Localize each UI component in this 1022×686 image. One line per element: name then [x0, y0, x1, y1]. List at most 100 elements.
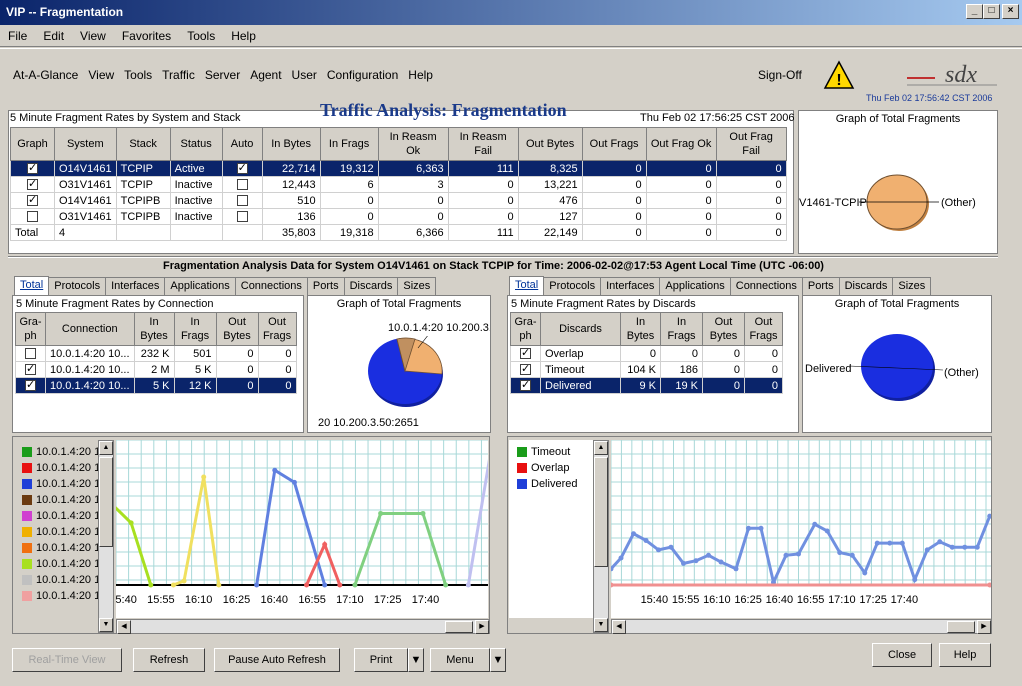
- nav-traffic[interactable]: Traffic: [157, 62, 200, 82]
- menu-button[interactable]: Menu: [430, 648, 490, 672]
- graph-cell[interactable]: [15, 345, 46, 362]
- column-header[interactable]: Out Frag Ok: [645, 127, 717, 161]
- menu-help[interactable]: Help: [223, 25, 264, 43]
- column-header[interactable]: Status: [169, 127, 223, 161]
- graph-checkbox[interactable]: [236, 179, 248, 191]
- column-header[interactable]: In Frags: [660, 312, 703, 346]
- column-header[interactable]: In Bytes: [620, 312, 661, 346]
- tab-total[interactable]: Total: [14, 276, 50, 295]
- close-icon[interactable]: ×: [1002, 4, 1019, 19]
- graph-checkbox[interactable]: [27, 178, 38, 191]
- column-header[interactable]: In Bytes: [261, 127, 321, 161]
- tab-interfaces[interactable]: Interfaces: [600, 277, 661, 295]
- signoff-link[interactable]: Sign-Off: [758, 68, 802, 82]
- tab-connections[interactable]: Connections: [729, 277, 803, 295]
- column-header[interactable]: Discards: [540, 312, 621, 346]
- menu-file[interactable]: File: [0, 25, 35, 43]
- scroll-right-icon[interactable]: ▶: [977, 620, 991, 634]
- scroll-thumb[interactable]: [594, 457, 608, 567]
- nav-agent[interactable]: Agent: [245, 62, 286, 82]
- column-header[interactable]: Out Bytes: [517, 127, 583, 161]
- scroll-down-icon[interactable]: ▼: [594, 618, 608, 632]
- column-header[interactable]: Out Bytes: [702, 312, 745, 346]
- auto-cell[interactable]: [221, 176, 263, 193]
- graph-cell[interactable]: [510, 377, 541, 394]
- column-header[interactable]: Connection: [45, 312, 135, 346]
- tab-discards[interactable]: Discards: [343, 277, 399, 295]
- graph-cell[interactable]: [510, 361, 541, 378]
- graph-cell[interactable]: [10, 176, 55, 193]
- tab-ports[interactable]: Ports: [801, 277, 840, 295]
- warning-icon[interactable]: !: [823, 60, 855, 90]
- tab-interfaces[interactable]: Interfaces: [105, 277, 166, 295]
- tab-applications[interactable]: Applications: [164, 277, 236, 295]
- minimize-icon[interactable]: _: [966, 4, 983, 19]
- nav-user[interactable]: User: [287, 62, 322, 82]
- graph-checkbox[interactable]: [520, 379, 531, 392]
- menu-tools[interactable]: Tools: [179, 25, 223, 43]
- menu-dropdown-icon[interactable]: ▼: [490, 648, 506, 672]
- table-row[interactable]: 10.0.1.4:20 10...5 K12 K00: [15, 377, 297, 394]
- nav-at-a-glance[interactable]: At-A-Glance: [8, 62, 83, 82]
- graph-checkbox[interactable]: [236, 195, 248, 207]
- graph-checkbox[interactable]: [25, 363, 36, 376]
- column-header[interactable]: In Frags: [319, 127, 379, 161]
- column-header[interactable]: Gra-ph: [510, 312, 541, 346]
- column-header[interactable]: Out Frags: [257, 312, 297, 346]
- scroll-left-icon[interactable]: ◀: [612, 620, 626, 634]
- column-header[interactable]: Gra-ph: [15, 312, 46, 346]
- menu-favorites[interactable]: Favorites: [114, 25, 179, 43]
- column-header[interactable]: Out Frags: [744, 312, 783, 346]
- print-dropdown-icon[interactable]: ▼: [408, 648, 424, 672]
- nav-view[interactable]: View: [83, 62, 119, 82]
- graph-cell[interactable]: [510, 345, 541, 362]
- graph-cell[interactable]: [10, 160, 55, 177]
- tab-protocols[interactable]: Protocols: [543, 277, 602, 295]
- maximize-icon[interactable]: □: [983, 4, 1000, 19]
- tab-applications[interactable]: Applications: [659, 277, 731, 295]
- graph-cell[interactable]: [15, 377, 46, 394]
- column-header[interactable]: Stack: [115, 127, 171, 161]
- table-row[interactable]: O14V1461TCPIPActive 22,71419,3126,3631118…: [10, 160, 787, 177]
- graph-checkbox[interactable]: [27, 162, 38, 175]
- table-row[interactable]: O14V1461TCPIPBInactive510000476000: [10, 192, 787, 209]
- nav-server[interactable]: Server: [200, 62, 245, 82]
- scroll-thumb[interactable]: [99, 457, 113, 547]
- print-button[interactable]: Print: [354, 648, 408, 672]
- column-header[interactable]: Out Frags: [581, 127, 647, 161]
- graph-cell[interactable]: [15, 361, 46, 378]
- table-row[interactable]: 10.0.1.4:20 10...2 M5 K00: [15, 361, 297, 378]
- refresh-button[interactable]: Refresh: [133, 648, 205, 672]
- nav-tools[interactable]: Tools: [119, 62, 157, 82]
- scroll-up-icon[interactable]: ▲: [99, 441, 113, 455]
- close-button[interactable]: Close: [872, 643, 932, 667]
- table-row[interactable]: O31V1461TCPIPInactive12,44363013,221000: [10, 176, 787, 193]
- auto-cell[interactable]: [221, 192, 263, 209]
- column-header[interactable]: In Bytes: [133, 312, 175, 346]
- graph-checkbox[interactable]: [236, 162, 248, 175]
- table-row[interactable]: Timeout104 K18600: [510, 361, 783, 378]
- tab-discards[interactable]: Discards: [838, 277, 894, 295]
- column-header[interactable]: In Reasm Fail: [447, 127, 519, 161]
- graph-cell[interactable]: [10, 208, 55, 225]
- graph-checkbox[interactable]: [236, 211, 248, 223]
- table-row[interactable]: 10.0.1.4:20 10... 232 K 501 0 0: [15, 345, 297, 362]
- column-header[interactable]: Auto: [221, 127, 263, 161]
- realtime-view-button[interactable]: Real-Time View: [12, 648, 122, 672]
- left-chart-hscroll[interactable]: ◀ ▶: [116, 619, 490, 634]
- graph-checkbox[interactable]: [27, 211, 38, 223]
- auto-cell[interactable]: [221, 208, 263, 225]
- hscroll-thumb[interactable]: [947, 621, 975, 633]
- scroll-up-icon[interactable]: ▲: [594, 441, 608, 455]
- tab-total[interactable]: Total: [509, 276, 545, 295]
- column-header[interactable]: Graph: [10, 127, 55, 161]
- auto-cell[interactable]: [221, 160, 263, 177]
- tab-ports[interactable]: Ports: [306, 277, 345, 295]
- graph-checkbox[interactable]: [520, 363, 531, 376]
- table-row[interactable]: O31V1461 TCPIPB Inactive 136 0 0 0 127 0 0 0: [10, 208, 787, 225]
- graph-checkbox[interactable]: [25, 379, 36, 392]
- scroll-left-icon[interactable]: ◀: [117, 620, 131, 634]
- tab-connections[interactable]: Connections: [234, 277, 308, 295]
- scroll-down-icon[interactable]: ▼: [99, 618, 113, 632]
- help-button[interactable]: Help: [939, 643, 991, 667]
